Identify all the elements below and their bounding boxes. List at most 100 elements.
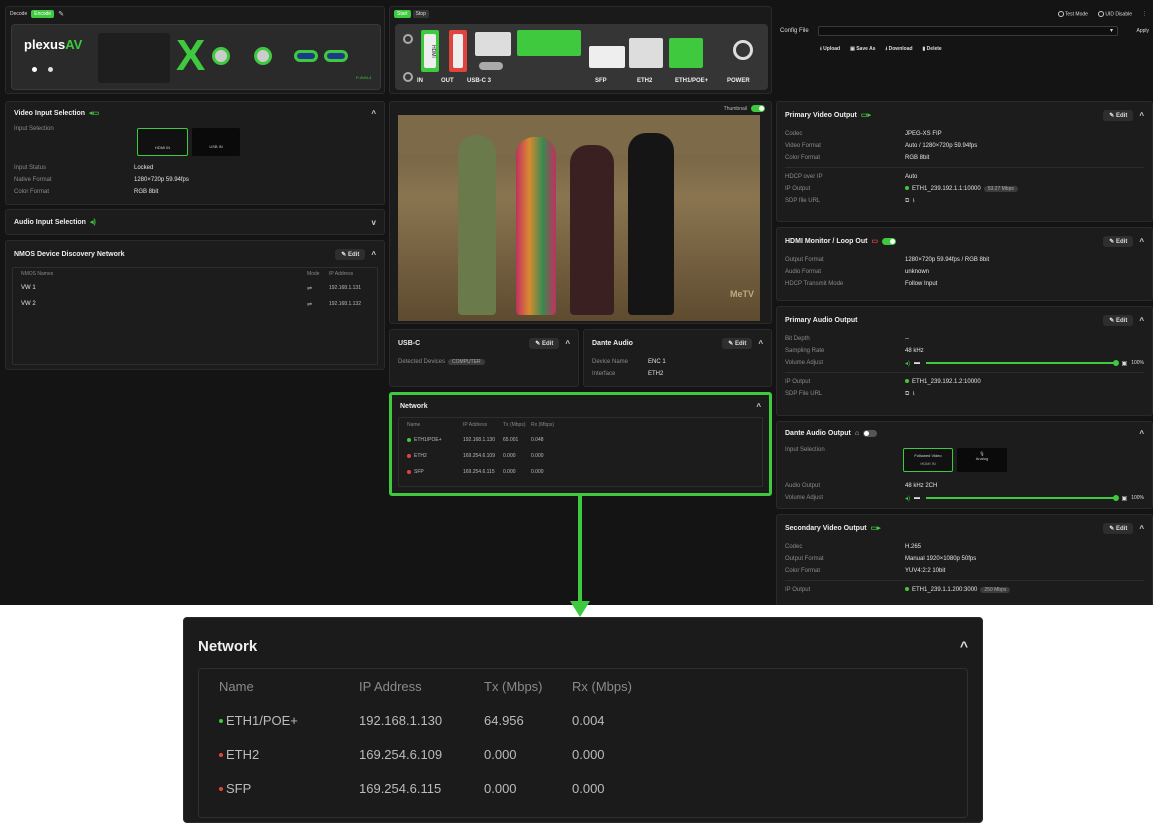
- thumbnail-panel: Thumbnail MeTV: [389, 101, 772, 324]
- brand-logo: plexusAV: [24, 37, 83, 52]
- table-row[interactable]: SFP 169.254.6.115 0.000 0.000: [219, 771, 672, 805]
- chevron-up-icon[interactable]: ^: [758, 339, 763, 348]
- hdmi-label: HDMI: [424, 34, 436, 68]
- usbc-edit-button[interactable]: ✎ Edit: [529, 337, 560, 349]
- primary-audio-panel: Primary Audio Output ✎ Edit ^ Bit Depth -- …: [776, 306, 1153, 416]
- analog-option[interactable]: 🎙 Analog: [957, 448, 1007, 472]
- status-dot-icon: [407, 437, 411, 442]
- start-button[interactable]: Start: [394, 10, 411, 18]
- test-mode-label: Test Mode: [1064, 11, 1088, 18]
- rear-device: HDMI IN OUT USB-C 3 SFP ETH2 ETH1/POE+ P…: [395, 24, 768, 90]
- primary-video-edit-button[interactable]: ✎ Edit: [1103, 109, 1134, 121]
- screw-icon: [403, 34, 413, 44]
- nmos-edit-button[interactable]: ✎ Edit: [335, 248, 366, 260]
- input-status-value: Locked: [134, 165, 154, 171]
- table-row[interactable]: VW 1 ⇌ 192.168.1.131: [13, 280, 377, 296]
- usb-in-label: USB IN: [209, 144, 223, 149]
- chevron-up-icon[interactable]: ^: [1139, 429, 1144, 438]
- thumbnail-toggle[interactable]: Thumbnail: [724, 105, 765, 112]
- chevron-up-icon[interactable]: ^: [371, 250, 376, 259]
- col-nmos-names[interactable]: NMOS Names: [21, 271, 307, 277]
- chevron-up-icon[interactable]: ^: [371, 109, 376, 118]
- chevron-up-icon[interactable]: ^: [1139, 524, 1144, 533]
- chevron-up-icon[interactable]: ^: [756, 402, 761, 411]
- net-ip: 192.168.1.130: [463, 437, 495, 443]
- ip-output-label: IP Output: [785, 379, 811, 385]
- primary-audio-edit-button[interactable]: ✎ Edit: [1103, 314, 1134, 326]
- net-tx: 65.001: [503, 437, 519, 443]
- hdcp-transmit-label: HDCP Transmit Mode: [785, 281, 844, 287]
- usbc-panel: USB-C ✎ Edit ^ Detected Devices COMPUTER: [389, 329, 579, 387]
- copy-icon[interactable]: ⧉: [905, 198, 909, 204]
- download-button[interactable]: ⭳ Download: [886, 46, 913, 54]
- plus-button[interactable]: ▣: [1122, 360, 1128, 367]
- primary-video-title: Primary Video Output: [785, 111, 857, 119]
- output-format-value: 1280×720p 59.94fps / RGB 8bit: [905, 257, 990, 263]
- minus-button[interactable]: ▬: [914, 360, 920, 366]
- x-logo-icon: X: [176, 31, 206, 80]
- table-row[interactable]: ETH2 169.254.6.109 0.000 0.000: [219, 737, 672, 771]
- hdmi-monitor-edit-button[interactable]: ✎ Edit: [1103, 235, 1134, 247]
- table-row[interactable]: ETH1/POE+ 192.168.1.130 65.001 0.048: [407, 432, 561, 448]
- col-tx: Tx (Mbps): [503, 422, 526, 428]
- tab-encode[interactable]: Encode: [31, 10, 55, 18]
- volume-percent: 100%: [1131, 360, 1144, 366]
- plus-button[interactable]: ▣: [1122, 495, 1128, 502]
- uid-disable-label: UID Disable: [1105, 11, 1132, 18]
- more-icon[interactable]: ⋮: [1142, 11, 1147, 17]
- secondary-video-edit-button[interactable]: ✎ Edit: [1103, 522, 1134, 534]
- volume-slider[interactable]: [926, 495, 1119, 501]
- table-row[interactable]: SFP 169.254.6.115 0.000 0.000: [407, 464, 561, 480]
- display-screen: [98, 33, 170, 83]
- followed-video-option[interactable]: Followed Video HDMI IN: [903, 448, 953, 472]
- usbc2-port-icon: [324, 50, 348, 62]
- config-file-select[interactable]: ▾: [818, 26, 1118, 36]
- chevron-up-icon[interactable]: ^: [960, 638, 968, 654]
- chevron-up-icon[interactable]: ^: [1139, 111, 1144, 120]
- chevron-up-icon[interactable]: ^: [1139, 237, 1144, 246]
- volume-slider[interactable]: [926, 360, 1119, 366]
- nmos-name: VW 2: [21, 301, 36, 307]
- hdmi-in-option[interactable]: HDMI IN: [137, 128, 188, 156]
- model-label: P-AVN-4: [356, 75, 372, 80]
- table-row[interactable]: VW 2 ⇌ 192.168.1.132: [13, 296, 377, 312]
- col-tx: Tx (Mbps): [484, 678, 543, 694]
- input-selection-label: Input Selection: [14, 126, 54, 132]
- color-format-label: Color Format: [785, 155, 821, 161]
- input-status-label: Input Status: [14, 165, 47, 171]
- tab-decode[interactable]: Decode: [10, 11, 27, 17]
- uid-disable-radio[interactable]: UID Disable: [1097, 11, 1132, 18]
- minus-button[interactable]: ▬: [914, 495, 920, 501]
- ip-output-label: IP Output: [785, 186, 811, 192]
- usb-in-option[interactable]: USB IN: [192, 128, 240, 156]
- usbc3-port-icon: [479, 62, 503, 70]
- video-format-value: Auto / 1280×720p 59.94fps: [905, 143, 978, 149]
- download-icon[interactable]: ⭳: [913, 391, 915, 397]
- audio-input-title: Audio Input Selection: [14, 218, 86, 226]
- test-mode-radio[interactable]: Test Mode: [1057, 11, 1088, 18]
- config-file-label: Config File: [780, 28, 809, 34]
- copy-icon[interactable]: ⧉: [905, 391, 909, 397]
- upload-button[interactable]: ⭳ Upload: [820, 46, 840, 54]
- usbc1-port-icon: [294, 50, 318, 62]
- delete-button[interactable]: ▮ Delete: [923, 46, 942, 54]
- table-row[interactable]: ETH1/POE+ 192.168.1.130 64.956 0.004: [219, 703, 672, 737]
- apply-button[interactable]: Apply: [1136, 28, 1149, 34]
- hdmi-in-port-icon: [212, 47, 230, 65]
- loop-out-switch[interactable]: [882, 237, 897, 245]
- pencil-icon[interactable]: ✎: [58, 10, 64, 18]
- device-panel: Decode Encode ✎ plexusAV X P-AVN-4: [5, 6, 385, 94]
- table-row[interactable]: ETH2 169.254.6.109 0.000 0.000: [407, 448, 561, 464]
- ip-output-label: IP Output: [785, 587, 811, 593]
- dante-output-switch[interactable]: [863, 429, 878, 437]
- dante-edit-button[interactable]: ✎ Edit: [722, 337, 753, 349]
- download-icon[interactable]: ⭳: [913, 198, 915, 204]
- chevron-down-icon[interactable]: v: [372, 218, 376, 227]
- save-as-button[interactable]: ▣ Save As: [850, 46, 875, 54]
- col-name: Name: [407, 422, 421, 428]
- chevron-up-icon[interactable]: ^: [565, 339, 570, 348]
- chevron-up-icon[interactable]: ^: [1139, 316, 1144, 325]
- thumbnail-switch[interactable]: [751, 105, 765, 112]
- status-dot-icon: [905, 587, 909, 592]
- stop-button[interactable]: Stop: [412, 10, 429, 18]
